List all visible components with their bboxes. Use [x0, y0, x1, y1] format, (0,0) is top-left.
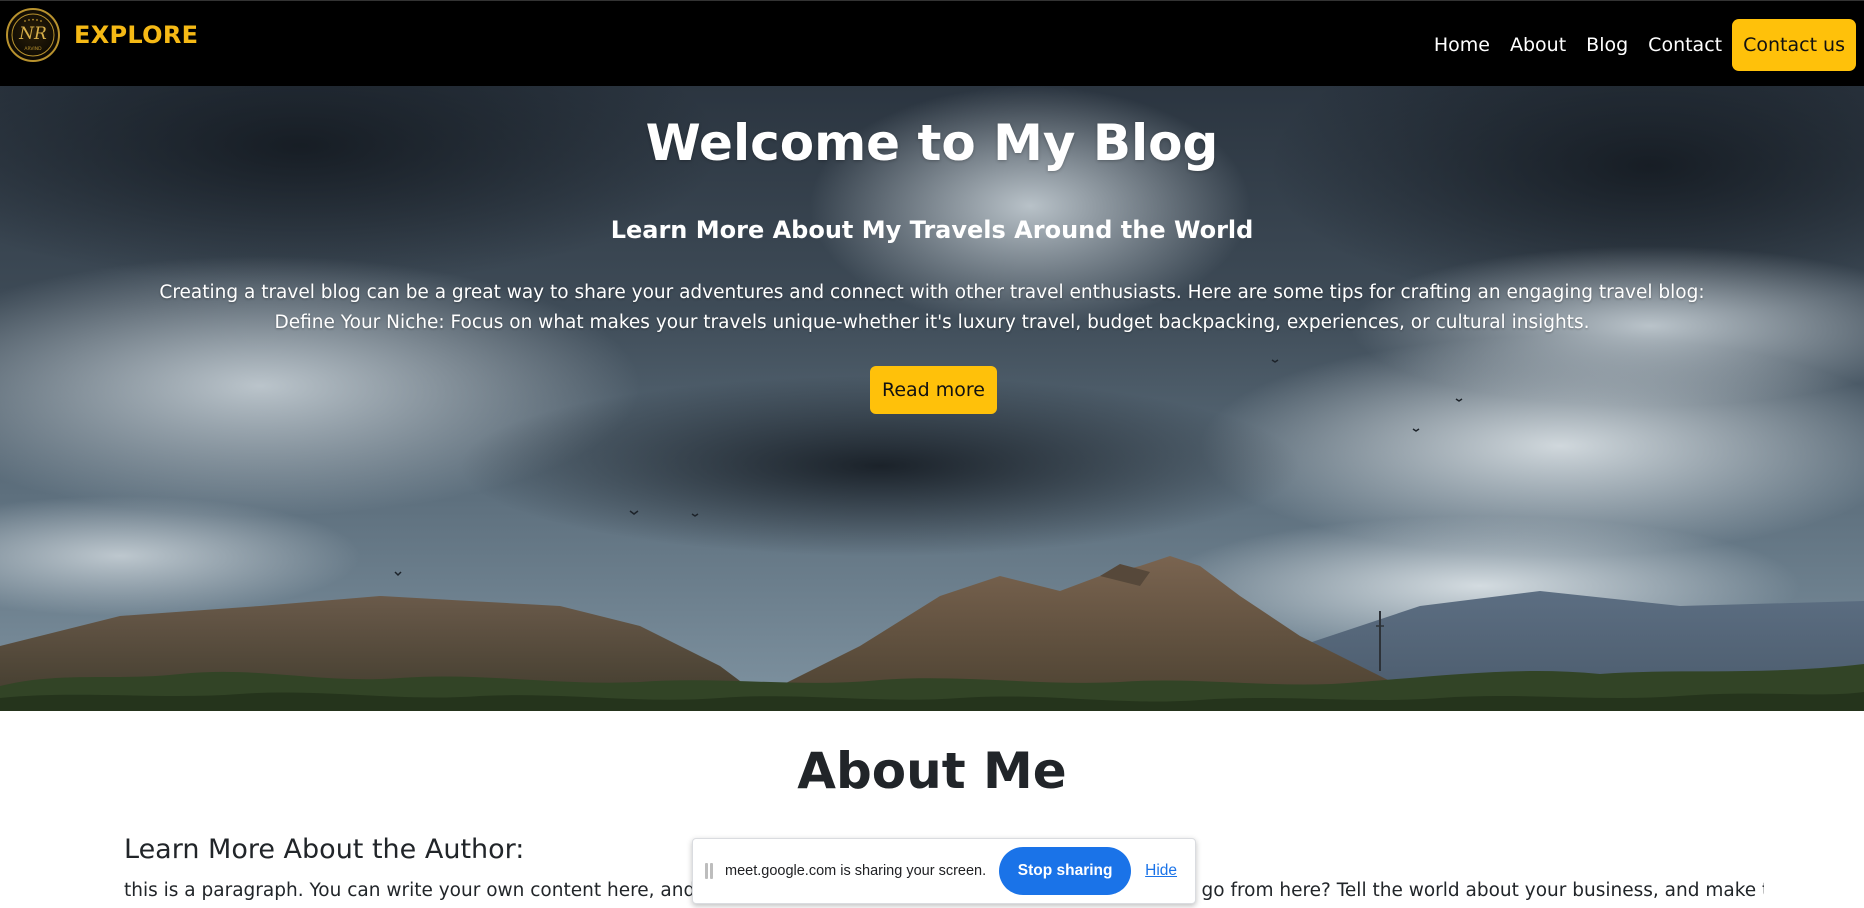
nav-link-blog[interactable]: Blog: [1586, 34, 1628, 56]
drag-handle-icon[interactable]: [705, 863, 713, 879]
hide-share-bar-link[interactable]: Hide: [1145, 862, 1177, 880]
hero-description: Creating a travel blog can be a great wa…: [159, 282, 1705, 333]
brand-link[interactable]: NR ARVIND EXPLORE: [6, 7, 198, 63]
read-more-button[interactable]: Read more: [870, 366, 997, 414]
nav-link-home[interactable]: Home: [1434, 34, 1490, 56]
svg-text:NR: NR: [18, 24, 47, 44]
brand-logo: NR ARVIND: [6, 8, 60, 62]
screen-share-message: meet.google.com is sharing your screen.: [725, 863, 987, 879]
hero-title: Welcome to My Blog: [645, 114, 1219, 172]
svg-text:ARVIND: ARVIND: [24, 46, 42, 52]
hero-subtitle: Learn More About My Travels Around the W…: [610, 216, 1254, 244]
navbar: NR ARVIND EXPLORE Home About Blog Contac…: [0, 0, 1864, 86]
hero-section: Welcome to My Blog Learn More About My T…: [0, 86, 1864, 711]
about-title: About Me: [797, 742, 1067, 800]
nav-links: Home About Blog Contact Contact us: [1414, 19, 1856, 71]
monogram-logo-icon: NR ARVIND: [11, 13, 55, 57]
nav-link-about[interactable]: About: [1510, 34, 1566, 56]
brand-name: EXPLORE: [74, 21, 199, 49]
about-subtitle: Learn More About the Author:: [124, 834, 525, 865]
nav-link-contact[interactable]: Contact: [1648, 34, 1722, 56]
contact-us-button[interactable]: Contact us: [1732, 19, 1856, 71]
stop-sharing-button[interactable]: Stop sharing: [999, 847, 1132, 895]
screen-share-bar: meet.google.com is sharing your screen. …: [692, 838, 1196, 904]
